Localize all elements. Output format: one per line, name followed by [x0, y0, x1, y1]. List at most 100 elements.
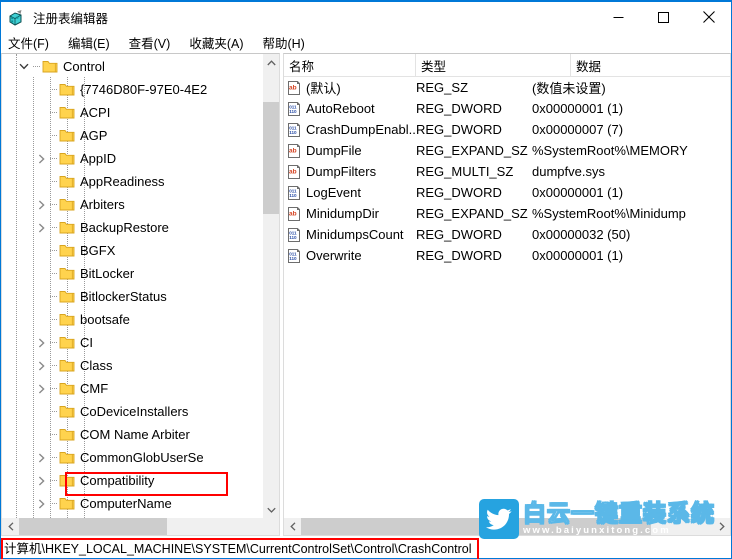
value-name-cell: ab MinidumpDir	[284, 206, 416, 222]
column-header-name[interactable]: 名称	[284, 54, 416, 77]
watermark-brand: 白云一键重装系统	[523, 500, 715, 526]
tree-node-label: BackupRestore	[80, 220, 169, 235]
tree-connector	[49, 101, 59, 124]
value-name: CrashDumpEnabl...	[306, 122, 416, 137]
maximize-button[interactable]	[641, 2, 686, 32]
value-name-cell: 011 110 MinidumpsCount	[284, 227, 416, 243]
registry-editor-window: 注册表编辑器 文件(F) 编辑(E) 查看(V) 收藏夹(A) 帮助(H) Co…	[0, 0, 732, 559]
svg-text:ab: ab	[289, 84, 297, 91]
tree-viewport[interactable]: Control {7746D80F-97E0-4E2 ACPI AGP AppID App…	[2, 54, 263, 518]
scroll-up-arrow[interactable]	[263, 54, 279, 71]
tree-node-bgfx[interactable]: BGFX	[2, 239, 263, 262]
column-header-data[interactable]: 数据	[571, 54, 730, 77]
tree-node-com-name-arbiter[interactable]: COM Name Arbiter	[2, 423, 263, 446]
tree-connector	[49, 377, 59, 400]
tree-node-7746d80f-97e0-4e2[interactable]: {7746D80F-97E0-4E2	[2, 78, 263, 101]
tree-connector	[49, 308, 59, 331]
tree-node-compatibility[interactable]: Compatibility	[2, 469, 263, 492]
value-data: %SystemRoot%\Minidump	[532, 206, 686, 221]
chevron-right-icon[interactable]	[33, 147, 49, 170]
chevron-right-icon[interactable]	[33, 377, 49, 400]
folder-icon	[59, 262, 76, 285]
tree-hscroll-thumb[interactable]	[19, 518, 167, 535]
menu-file[interactable]: 文件(F)	[8, 31, 58, 54]
tree-node-label: AGP	[80, 128, 108, 143]
value-row[interactable]: ab (默认) REG_SZ (数值未设置)	[284, 77, 730, 98]
folder-icon	[59, 101, 76, 124]
folder-icon	[42, 55, 59, 78]
folder-icon	[59, 469, 76, 492]
tree-node-class[interactable]: Class	[2, 354, 263, 377]
tree-node-arbiters[interactable]: Arbiters	[2, 193, 263, 216]
tree-node-label: bootsafe	[80, 312, 130, 327]
svg-text:ab: ab	[289, 147, 297, 154]
tree-node-label: Control	[63, 59, 105, 74]
tree-connector	[49, 239, 59, 262]
tree-node-appreadiness[interactable]: AppReadiness	[2, 170, 263, 193]
value-name-cell: ab DumpFilters	[284, 164, 416, 180]
chevron-right-icon[interactable]	[33, 492, 49, 515]
tree-scroll-thumb[interactable]	[263, 102, 279, 214]
value-row[interactable]: 011 110 AutoReboot REG_DWORD 0x00000001 (1)	[284, 98, 730, 119]
value-row[interactable]: 011 110 CrashDumpEnabl... REG_DWORD 0x000000…	[284, 119, 730, 140]
scroll-left-arrow[interactable]	[284, 518, 301, 535]
value-name: DumpFilters	[306, 164, 377, 179]
value-row[interactable]: ab DumpFilters REG_MULTI_SZ dumpfve.sys	[284, 161, 730, 182]
watermark-url: www.baiyunxitong.com	[523, 525, 671, 536]
chevron-right-icon[interactable]	[33, 354, 49, 377]
chevron-right-icon[interactable]	[33, 469, 49, 492]
tree-node-computername[interactable]: ComputerName	[2, 492, 263, 515]
column-header-type[interactable]: 类型	[416, 54, 571, 77]
value-name-cell: 011 110 AutoReboot	[284, 101, 416, 117]
value-data: (数值未设置)	[532, 81, 606, 96]
value-name: DumpFile	[306, 143, 362, 158]
tree-node-backuprestore[interactable]: BackupRestore	[2, 216, 263, 239]
title-bar: 注册表编辑器	[1, 2, 731, 32]
value-row[interactable]: ab DumpFile REG_EXPAND_SZ %SystemRoot%\MEMO…	[284, 140, 730, 161]
tree-node-acpi[interactable]: ACPI	[2, 101, 263, 124]
tree-node-bitlocker[interactable]: BitLocker	[2, 262, 263, 285]
tree-node-ci[interactable]: CI	[2, 331, 263, 354]
chevron-right-icon[interactable]	[33, 331, 49, 354]
svg-text:110: 110	[289, 255, 297, 260]
value-type: REG_DWORD	[416, 122, 502, 137]
dword-value-icon: 011 110	[286, 101, 302, 117]
value-data: 0x00000001 (1)	[532, 101, 624, 116]
tree-node-commonglobuserse[interactable]: CommonGlobUserSe	[2, 446, 263, 469]
scroll-left-arrow[interactable]	[2, 518, 19, 535]
tree-connector	[49, 285, 59, 308]
tree-node-control[interactable]: Control	[2, 55, 263, 78]
value-row[interactable]: ab MinidumpDir REG_EXPAND_SZ %SystemRoot%\M…	[284, 203, 730, 224]
tree-node-bootsafe[interactable]: bootsafe	[2, 308, 263, 331]
close-button[interactable]	[686, 2, 731, 32]
tree-node-codeviceinstallers[interactable]: CoDeviceInstallers	[2, 400, 263, 423]
tree-node-agp[interactable]: AGP	[2, 124, 263, 147]
minimize-button[interactable]	[596, 2, 641, 32]
menu-help[interactable]: 帮助(H)	[262, 31, 313, 54]
tree-node-bitlockerstatus[interactable]: BitlockerStatus	[2, 285, 263, 308]
chevron-right-icon[interactable]	[33, 446, 49, 469]
tree-node-label: BitlockerStatus	[80, 289, 167, 304]
tree-node-cmf[interactable]: CMF	[2, 377, 263, 400]
value-row[interactable]: 011 110 LogEvent REG_DWORD 0x00000001 (1)	[284, 182, 730, 203]
chevron-down-icon[interactable]	[16, 55, 32, 78]
tree-horizontal-scrollbar[interactable]	[2, 518, 279, 535]
tree-vertical-scrollbar[interactable]	[262, 54, 279, 518]
value-row[interactable]: 011 110 Overwrite REG_DWORD 0x00000001 (1)	[284, 245, 730, 266]
menu-view[interactable]: 查看(V)	[129, 31, 180, 54]
tree-node-appid[interactable]: AppID	[2, 147, 263, 170]
menu-edit[interactable]: 编辑(E)	[68, 31, 119, 54]
value-row[interactable]: 011 110 MinidumpsCount REG_DWORD 0x00000032 …	[284, 224, 730, 245]
menu-favorites[interactable]: 收藏夹(A)	[189, 31, 252, 54]
chevron-right-icon[interactable]	[33, 193, 49, 216]
tree-node-label: Class	[80, 358, 113, 373]
tree-node-label: AppID	[80, 151, 117, 166]
values-list[interactable]: ab (默认) REG_SZ (数值未设置) 011 110 AutoReboot REG_D…	[284, 77, 730, 518]
tree-connector	[49, 193, 59, 216]
scroll-down-arrow[interactable]	[263, 501, 279, 518]
chevron-right-icon[interactable]	[33, 216, 49, 239]
